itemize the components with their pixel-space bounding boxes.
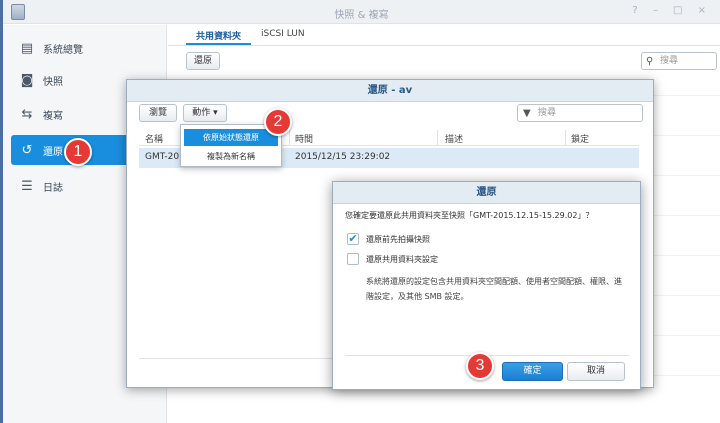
menu-item-clone-new-name[interactable]: 複製為新名稱 — [184, 148, 278, 165]
step-badge-2: 2 — [264, 108, 292, 136]
snapshot-name: GMT-201 — [145, 152, 185, 162]
filter-icon: ▼ — [523, 108, 531, 119]
search-icon: ⚲ — [646, 56, 654, 67]
column-separator — [289, 130, 290, 145]
column-separator — [437, 130, 438, 145]
ok-button[interactable]: 確定 — [502, 362, 563, 381]
cancel-button[interactable]: 取消 — [567, 362, 625, 381]
column-time[interactable]: 時間 — [295, 132, 313, 145]
sidebar-item-overview[interactable]: ▤ 系統總覽 — [11, 33, 159, 63]
column-lock[interactable]: 鎖定 — [571, 132, 589, 145]
column-description[interactable]: 描述 — [445, 132, 463, 145]
search-placeholder: 搜尋 — [660, 56, 679, 66]
sidebar-item-label: 快照 — [43, 76, 63, 88]
log-icon: ☰ — [21, 178, 33, 194]
filter-input[interactable]: ▼ 搜尋 — [517, 104, 643, 122]
sidebar-item-label: 複寫 — [43, 110, 63, 122]
restore-folder-settings-checkbox[interactable] — [347, 253, 359, 265]
check-icon: ✔ — [348, 232, 358, 245]
confirm-question: 您確定要還原此共用資料夾至快照「GMT-2015.12.15-15.29.02」… — [345, 211, 594, 220]
column-separator — [565, 130, 566, 145]
filter-placeholder: 搜尋 — [538, 108, 557, 118]
action-button[interactable]: 動作 ▾ — [183, 104, 227, 122]
overview-icon: ▤ — [20, 40, 34, 56]
tab-shared-folder[interactable]: 共用資料夾 — [186, 25, 252, 45]
step-badge-1: 1 — [64, 138, 92, 166]
restore-icon: ↺ — [21, 142, 33, 158]
browse-button[interactable]: 瀏覽 — [139, 104, 177, 122]
sidebar-item-label: 日誌 — [43, 182, 63, 194]
tab-divider — [168, 45, 720, 46]
tab-iscsi-lun[interactable]: iSCSI LUN — [251, 25, 315, 45]
step-badge-3: 3 — [466, 352, 494, 380]
window-controls[interactable]: ? – □ × — [632, 5, 712, 16]
dialog-title: 還原 — [333, 182, 640, 204]
menu-item-restore-original[interactable]: 依原始狀態還原 — [184, 129, 278, 146]
sidebar-item-label: 還原 — [43, 146, 63, 158]
snapshot-time: 2015/12/15 23:29:02 — [295, 152, 391, 162]
search-input[interactable]: ⚲ 搜尋 — [641, 52, 717, 70]
sidebar-item-label: 系統總覽 — [43, 44, 83, 56]
camera-icon: ◙ — [20, 72, 34, 88]
replication-icon: ⇆ — [21, 106, 33, 122]
dialog-title: 還原 - av — [127, 80, 653, 102]
column-name[interactable]: 名稱 — [145, 132, 163, 145]
restore-folder-settings-label[interactable]: 還原共用資料夾設定 — [366, 254, 438, 265]
restore-button[interactable]: 還原 — [186, 52, 221, 70]
tab-bar: 共用資料夾 iSCSI LUN — [186, 25, 315, 45]
settings-note: 系統將還原的設定包含共用資料夾空間配額、使用者空間配額、權限、進階設定，及其他 … — [366, 277, 622, 301]
snapshot-before-restore-checkbox[interactable]: ✔ — [347, 233, 359, 245]
window-title: 快照 & 複寫 — [334, 10, 389, 21]
title-bar: 快照 & 複寫 ? – □ × — [3, 0, 720, 24]
snapshot-before-restore-label[interactable]: 還原前先拍攝快照 — [366, 234, 430, 245]
